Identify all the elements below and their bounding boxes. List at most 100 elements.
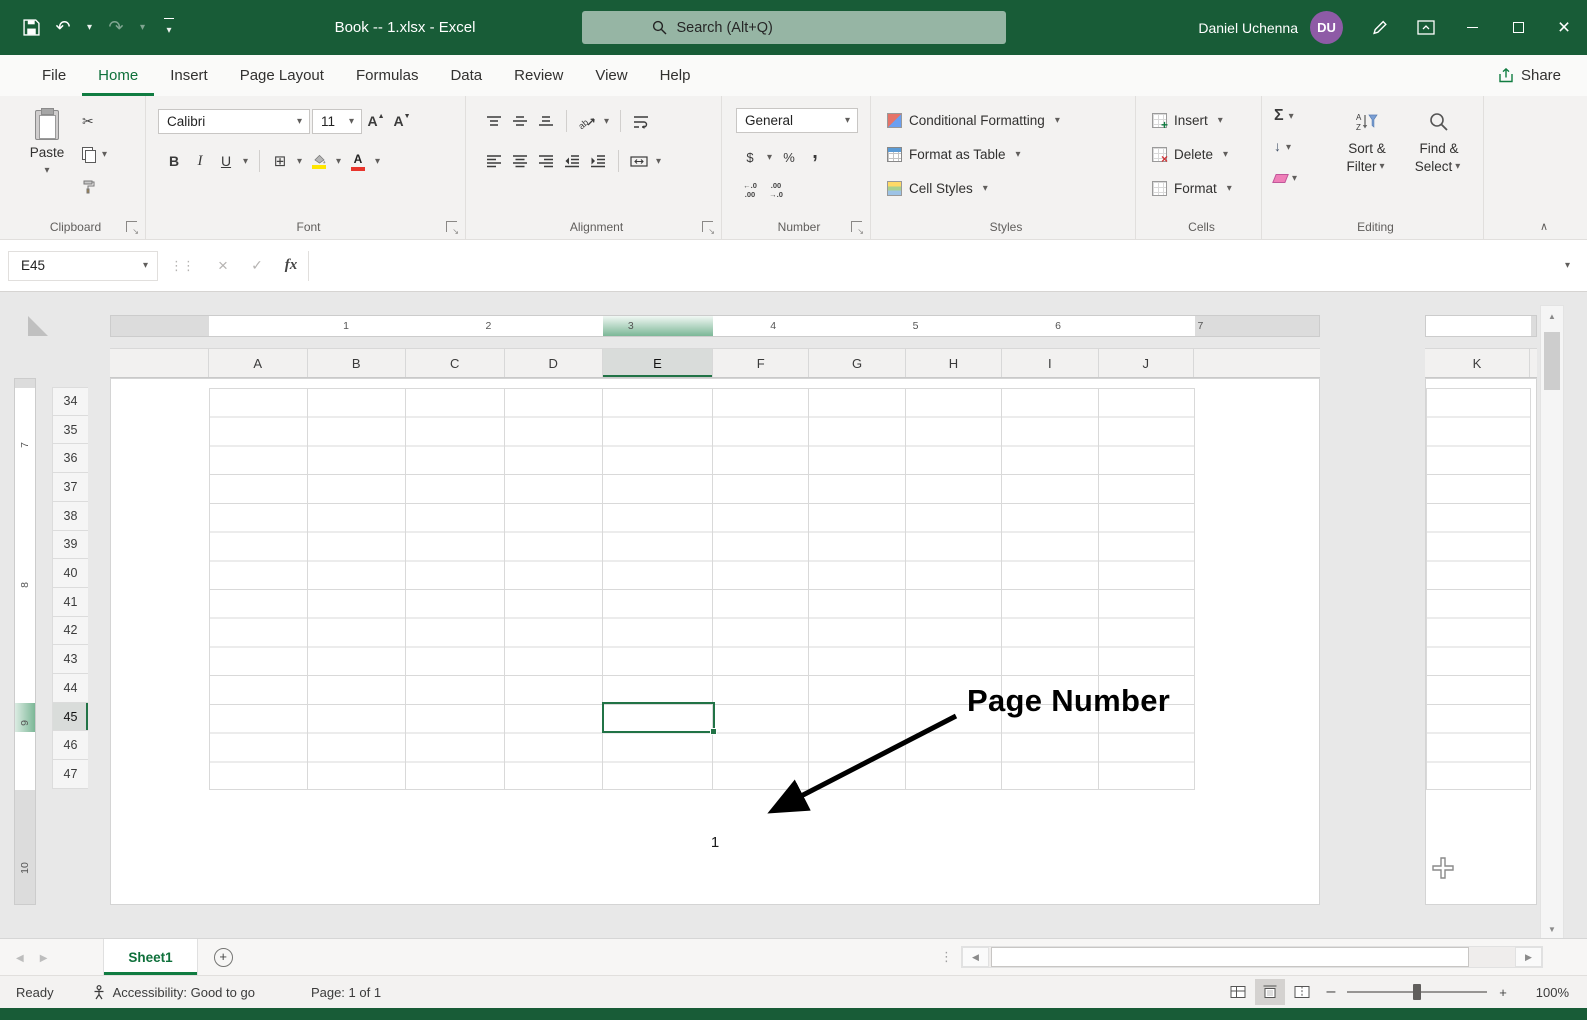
clipboard-dialog-launcher[interactable] — [126, 221, 139, 236]
user-name[interactable]: Daniel Uchenna — [1198, 20, 1298, 36]
formula-bar-drag-handle[interactable] — [170, 258, 194, 274]
tab-review[interactable]: Review — [498, 55, 579, 96]
bold-button[interactable]: B — [162, 148, 186, 174]
qat-customize-button[interactable] — [158, 13, 180, 43]
normal-view-button[interactable] — [1223, 979, 1253, 1005]
increase-font-size-button[interactable] — [364, 108, 388, 134]
row-header-42[interactable]: 42 — [52, 616, 88, 646]
row-header-36[interactable]: 36 — [52, 444, 88, 474]
format-as-table-button[interactable]: Format as Table — [887, 140, 1024, 168]
fill-dropdown[interactable] — [1283, 142, 1294, 153]
column-header-E[interactable]: E — [602, 349, 712, 377]
collapse-ribbon-button[interactable] — [1533, 217, 1555, 235]
avatar[interactable]: DU — [1310, 11, 1343, 44]
row-header-35[interactable]: 35 — [52, 415, 88, 445]
find-select-button[interactable]: Find & Select — [1406, 102, 1472, 212]
column-header-C[interactable]: C — [405, 349, 504, 377]
zoom-level[interactable]: 100% — [1521, 985, 1569, 1000]
insert-cells-dropdown[interactable] — [1215, 115, 1226, 126]
font-dialog-launcher[interactable] — [446, 221, 459, 236]
fill-handle[interactable] — [710, 728, 717, 735]
font-color-button[interactable] — [346, 148, 370, 174]
row-header-38[interactable]: 38 — [52, 501, 88, 531]
row-header-46[interactable]: 46 — [52, 731, 88, 761]
minimize-button[interactable] — [1449, 0, 1495, 55]
vertical-scroll-thumb[interactable] — [1544, 332, 1560, 390]
grid-column-I[interactable] — [1002, 388, 1099, 789]
increase-indent-button[interactable] — [586, 148, 610, 174]
decrease-font-size-button[interactable] — [390, 108, 414, 134]
column-header-H[interactable]: H — [904, 349, 1001, 377]
page-layout-view-button[interactable] — [1255, 979, 1285, 1005]
column-header-A[interactable]: A — [208, 349, 307, 377]
name-box-dropdown[interactable] — [140, 260, 151, 271]
zoom-slider[interactable] — [1347, 982, 1487, 1002]
copy-button[interactable] — [82, 141, 110, 167]
zoom-out-button[interactable] — [1319, 979, 1343, 1005]
row-header-43[interactable]: 43 — [52, 645, 88, 675]
grid-column-J[interactable] — [1099, 388, 1195, 789]
format-as-table-dropdown[interactable] — [1013, 149, 1024, 160]
fill-color-button[interactable] — [307, 148, 331, 174]
save-button[interactable] — [20, 13, 42, 43]
accessibility-status[interactable]: Accessibility: Good to go — [92, 985, 255, 1000]
number-dialog-launcher[interactable] — [851, 221, 864, 236]
redo-dropdown[interactable] — [137, 22, 148, 33]
sheet-nav-prev[interactable] — [16, 948, 24, 966]
accounting-format-button[interactable]: $ — [738, 144, 762, 170]
format-painter-button[interactable] — [82, 174, 110, 200]
paste-dropdown[interactable] — [42, 165, 53, 176]
enter-button[interactable] — [240, 251, 274, 281]
align-middle-button[interactable] — [508, 108, 532, 134]
underline-button[interactable]: U — [214, 148, 238, 174]
font-size-select[interactable]: 11 — [312, 108, 362, 134]
vertical-scrollbar[interactable] — [1540, 305, 1564, 938]
merge-center-button[interactable] — [627, 148, 651, 174]
row-header-40[interactable]: 40 — [52, 559, 88, 588]
align-left-button[interactable] — [482, 148, 506, 174]
copy-dropdown[interactable] — [99, 149, 110, 160]
grid-column-A[interactable] — [209, 388, 308, 789]
format-cells-button[interactable]: Format — [1152, 174, 1235, 202]
align-center-button[interactable] — [508, 148, 532, 174]
ribbon-display-options-button[interactable] — [1403, 0, 1449, 55]
delete-cells-dropdown[interactable] — [1220, 149, 1231, 160]
tab-page-layout[interactable]: Page Layout — [224, 55, 340, 96]
tab-scroll-divider[interactable] — [940, 949, 953, 965]
column-header-F[interactable]: F — [712, 349, 808, 377]
number-format-select[interactable]: General — [736, 108, 858, 133]
undo-button[interactable] — [52, 13, 74, 43]
grid-column-D[interactable] — [505, 388, 603, 789]
sheet-tab-sheet1[interactable]: Sheet1 — [103, 939, 198, 975]
fill-button[interactable] — [1274, 135, 1300, 159]
wrap-text-button[interactable] — [629, 108, 653, 134]
autosum-button[interactable]: Σ — [1274, 104, 1300, 128]
orientation-dropdown[interactable] — [601, 116, 612, 127]
tab-file[interactable]: File — [26, 55, 82, 96]
column-header-D[interactable]: D — [503, 349, 603, 377]
maximize-button[interactable] — [1495, 0, 1541, 55]
accounting-format-dropdown[interactable] — [764, 152, 775, 163]
row-header-39[interactable]: 39 — [52, 530, 88, 560]
ink-pen-button[interactable] — [1357, 0, 1403, 55]
font-name-select[interactable]: Calibri — [158, 108, 310, 134]
clear-dropdown[interactable] — [1289, 173, 1300, 184]
column-header-K[interactable]: K — [1425, 349, 1530, 377]
row-header-47[interactable]: 47 — [52, 760, 88, 789]
cancel-button[interactable] — [206, 251, 240, 281]
sheet-nav-next[interactable] — [40, 948, 48, 966]
align-top-button[interactable] — [482, 108, 506, 134]
horizontal-scrollbar[interactable] — [961, 946, 1543, 968]
borders-button[interactable] — [268, 148, 292, 174]
row-header-45[interactable]: 45 — [52, 702, 88, 732]
column-header-G[interactable]: G — [808, 349, 904, 377]
column-header-B[interactable]: B — [306, 349, 406, 377]
row-header-34[interactable]: 34 — [52, 387, 88, 416]
zoom-slider-thumb[interactable] — [1413, 984, 1421, 1000]
orientation-button[interactable]: ab — [575, 108, 599, 134]
name-box[interactable]: E45 — [8, 250, 158, 281]
align-bottom-button[interactable] — [534, 108, 558, 134]
sort-filter-button[interactable]: AZ Sort & Filter — [1334, 102, 1400, 212]
grid-column-B[interactable] — [308, 388, 406, 789]
merge-center-dropdown[interactable] — [653, 156, 664, 167]
